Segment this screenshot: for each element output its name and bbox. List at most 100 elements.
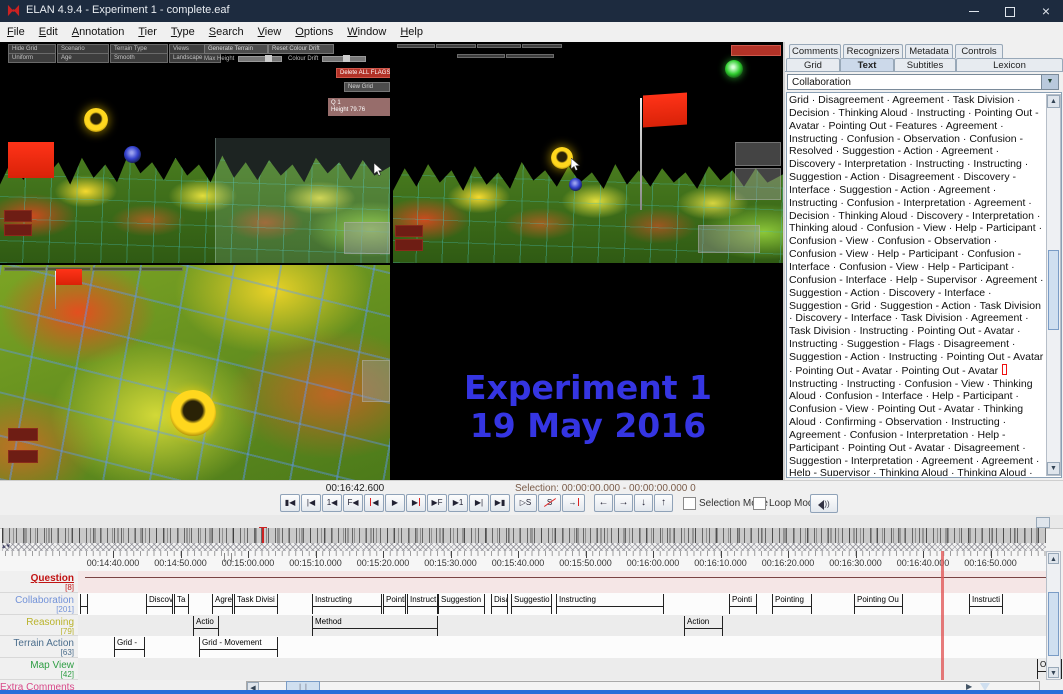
chevron-down-icon[interactable]: ▼ xyxy=(1041,75,1058,89)
frame-right-button[interactable]: ▶F xyxy=(427,494,447,512)
timeline-scrollbar-thumb[interactable] xyxy=(1048,592,1059,656)
play-pause-button[interactable]: ▶ xyxy=(385,494,405,512)
mini-button[interactable] xyxy=(395,225,423,237)
annotation[interactable]: Disa xyxy=(491,594,508,614)
second-right-button[interactable]: ▶1 xyxy=(448,494,468,512)
annotation[interactable]: Method xyxy=(312,616,438,636)
mini-button[interactable] xyxy=(4,224,32,236)
window-close-button[interactable]: × xyxy=(1029,0,1063,22)
annotation[interactable]: Pointing Ou xyxy=(854,594,903,614)
tier-row-question[interactable] xyxy=(78,571,1046,593)
tab-lexicon[interactable]: Lexicon xyxy=(956,58,1063,72)
annotation[interactable]: Grid - xyxy=(114,637,145,657)
pixel-right-button[interactable]: ▶ xyxy=(406,494,426,512)
tab-recognizers[interactable]: Recognizers xyxy=(843,44,903,58)
timeline-vertical-scrollbar[interactable]: ▲ ▼ xyxy=(1046,551,1061,680)
game-toolbar[interactable] xyxy=(4,267,183,271)
scroll-up-icon[interactable]: ▲ xyxy=(1048,553,1059,564)
tab-subtitles[interactable]: Subtitles xyxy=(894,58,956,72)
annotation[interactable]: Instructing xyxy=(312,594,382,614)
colour-drift-slider[interactable] xyxy=(322,56,366,62)
tier-row-reasoning[interactable] xyxy=(78,615,1046,636)
annotation[interactable]: Actio xyxy=(193,616,219,636)
media-crosshair[interactable] xyxy=(941,551,944,680)
max-height-slider[interactable] xyxy=(238,56,282,62)
menu-window[interactable]: Window xyxy=(340,23,393,38)
annotation[interactable]: Instructing xyxy=(556,594,664,614)
menu-type[interactable]: Type xyxy=(164,23,202,38)
new-grid-button[interactable]: New Grid xyxy=(344,82,390,92)
previous-scrollview-button[interactable]: |◀ xyxy=(301,494,321,512)
tier-row-map-view[interactable] xyxy=(78,658,1046,680)
delete-all-flags-button[interactable]: Delete ALL FLAGS xyxy=(336,68,390,78)
text-scrollbar[interactable]: ▲ ▼ xyxy=(1046,94,1061,476)
annotation[interactable]: Pointi xyxy=(729,594,757,614)
game-toolbar-2[interactable] xyxy=(457,54,554,58)
annotation[interactable] xyxy=(80,594,88,614)
volume-icon[interactable]: )) xyxy=(810,494,838,513)
annotation[interactable]: Suggestion xyxy=(438,594,485,614)
play-selection-button[interactable]: ▷S xyxy=(514,494,537,512)
time-ruler[interactable]: 00:14:40.00000:14:50.00000:15:00.00000:1… xyxy=(0,551,1046,572)
tab-grid[interactable]: Grid xyxy=(786,58,840,72)
scroll-up-icon[interactable]: ▲ xyxy=(1047,95,1060,108)
text-scrollbar-thumb[interactable] xyxy=(1048,250,1059,330)
window-maximize-button[interactable] xyxy=(993,0,1027,22)
annotation[interactable]: Instructi xyxy=(969,594,1003,614)
selection-mode-checkbox[interactable] xyxy=(683,497,696,510)
annotation[interactable]: Agre xyxy=(212,594,233,614)
menu-search[interactable]: Search xyxy=(202,23,251,38)
menu-edit[interactable]: Edit xyxy=(32,23,65,38)
tier-select-dropdown[interactable]: Collaboration ▼ xyxy=(787,74,1059,90)
next-scrollview-button[interactable]: ▶| xyxy=(469,494,489,512)
reset-colour-drift-button[interactable]: Reset Colour Drift xyxy=(268,44,334,54)
menu-annotation[interactable]: Annotation xyxy=(65,23,132,38)
menu-view[interactable]: View xyxy=(251,23,289,38)
crosshair-in-selection-button[interactable]: → xyxy=(562,494,585,512)
annotation-up-button[interactable]: ↑ xyxy=(654,494,673,512)
flag-button[interactable] xyxy=(731,45,781,56)
annotation[interactable]: Pointi xyxy=(383,594,406,614)
video-panel-top-right[interactable] xyxy=(393,42,783,263)
game-toolbar[interactable] xyxy=(397,44,562,48)
annotation[interactable]: Action xyxy=(684,616,723,636)
scroll-down-icon[interactable]: ▼ xyxy=(1048,667,1059,678)
window-minimize-button[interactable] xyxy=(957,0,991,22)
mini-button[interactable] xyxy=(8,428,38,441)
tier-label-collaboration[interactable]: Collaboration[201] xyxy=(0,593,78,615)
annotation[interactable]: Grid - Movement xyxy=(199,637,278,657)
annotation-down-button[interactable]: ↓ xyxy=(634,494,653,512)
annotation[interactable]: Ta xyxy=(174,594,189,614)
pixel-left-button[interactable]: ◀ xyxy=(364,494,384,512)
zoom-arrows-icon[interactable]: ▴▾ xyxy=(2,542,11,550)
video-panel-top-left[interactable]: Hide Grid Scenario Terrain Type Views Un… xyxy=(0,42,390,263)
annotation[interactable]: Instruct xyxy=(407,594,438,614)
active-annotation-right-button[interactable]: → xyxy=(614,494,633,512)
go-to-end-button[interactable]: ▶▮ xyxy=(490,494,510,512)
loop-mode-checkbox[interactable] xyxy=(753,497,766,510)
frame-left-button[interactable]: F◀ xyxy=(343,494,363,512)
active-annotation-left-button[interactable]: ← xyxy=(594,494,613,512)
menu-help[interactable]: Help xyxy=(393,23,430,38)
tier-label-map-view[interactable]: Map View[42] xyxy=(0,658,78,680)
tier-label-reasoning[interactable]: Reasoning[79] xyxy=(0,615,78,636)
ruler-drag-handle[interactable] xyxy=(224,553,232,562)
tab-metadata[interactable]: Metadata xyxy=(905,44,953,58)
mini-button[interactable] xyxy=(8,450,38,463)
menu-tier[interactable]: Tier xyxy=(131,23,164,38)
timeline-mini-button[interactable] xyxy=(1036,517,1050,528)
annotation[interactable]: Discov xyxy=(146,594,173,614)
go-to-begin-button[interactable]: ▮◀ xyxy=(280,494,300,512)
menu-options[interactable]: Options xyxy=(288,23,340,38)
annotation[interactable]: Task Divisi xyxy=(234,594,278,614)
mini-button[interactable] xyxy=(4,210,32,222)
density-cursor[interactable] xyxy=(262,527,264,544)
annotation[interactable]: Pointing xyxy=(772,594,812,614)
video-panel-bottom-left[interactable] xyxy=(0,265,390,480)
tab-text[interactable]: Text xyxy=(840,58,894,72)
annotation-density-bar[interactable] xyxy=(2,528,1046,543)
annotation[interactable]: Suggestio xyxy=(511,594,552,614)
text-viewer[interactable]: Grid · Disagreement · Agreement · Task D… xyxy=(786,92,1062,478)
tab-controls[interactable]: Controls xyxy=(955,44,1003,58)
tab-comments[interactable]: Comments xyxy=(789,44,841,58)
